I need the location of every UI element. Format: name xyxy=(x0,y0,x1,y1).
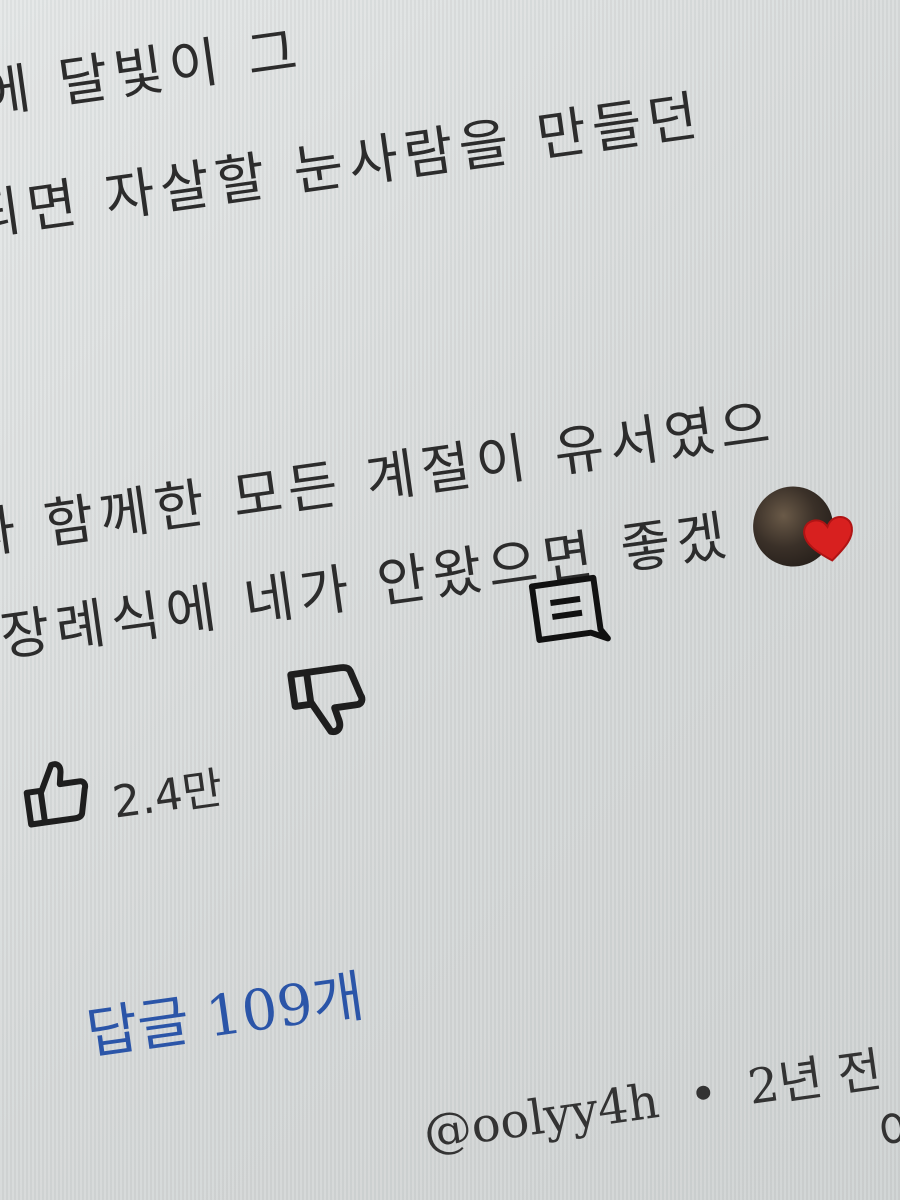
next-comment-text: 이 xyxy=(874,1101,900,1164)
thumbs-down-icon[interactable] xyxy=(283,658,374,752)
reply-icon[interactable] xyxy=(523,569,614,663)
thumbs-up-icon[interactable] xyxy=(16,752,96,835)
comment-area: 위에 달빛이 그 되면 자살할 눈사람을 만들던 와 함께한 모든 계절이 유서… xyxy=(0,0,900,1200)
youtube-comment-screen: 위에 달빛이 그 되면 자살할 눈사람을 만들던 와 함께한 모든 계절이 유서… xyxy=(0,0,900,1200)
separator: • xyxy=(685,1064,722,1125)
creator-heart xyxy=(747,477,871,591)
heart-icon xyxy=(800,513,858,570)
like-count: 2.4만 xyxy=(109,762,226,829)
